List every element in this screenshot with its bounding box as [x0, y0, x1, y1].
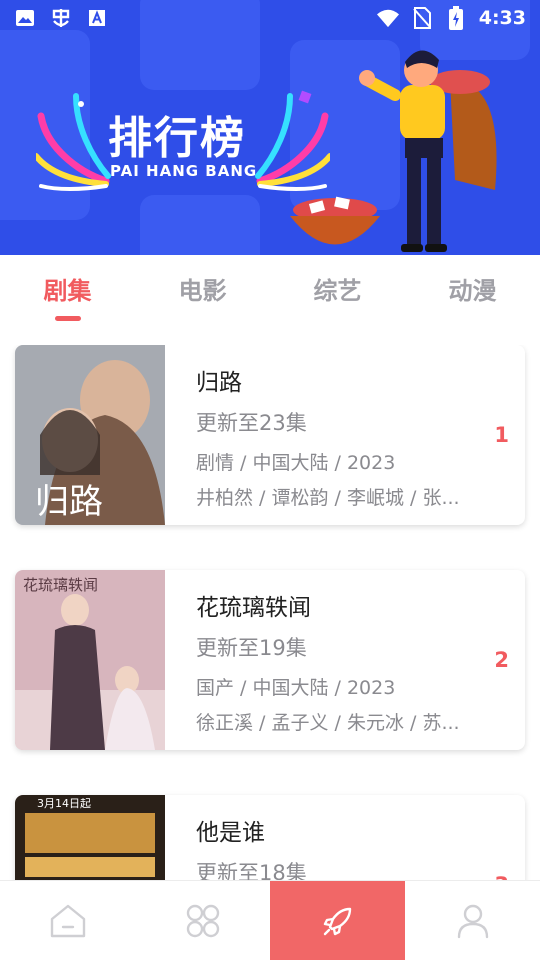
character-illustration [359, 50, 497, 252]
home-icon [50, 904, 85, 937]
tab-label: 动漫 [448, 277, 497, 305]
ranking-list: 归路 归路 更新至23集 剧情 / 中国大陆 / 2023 井柏然 / 谭松韵 … [0, 345, 540, 880]
status-time: 4:33 [478, 7, 526, 29]
tab-active-indicator [54, 316, 81, 321]
image-icon [14, 7, 36, 29]
item-meta: 国产 / 中国大陆 / 2023 [196, 677, 396, 699]
item-update-status: 更新至23集 [196, 411, 307, 435]
left-splash-decoration [36, 93, 111, 191]
category-tabs: 剧集 电影 综艺 动漫 [0, 255, 540, 325]
ranking-banner: 排行榜 PAI HANG BANG 4:33 [0, 0, 540, 255]
banner-title: 排行榜 [108, 113, 246, 164]
poster-calligraphy: 归路 [35, 482, 103, 522]
poster-image: 花琉璃轶闻 [15, 570, 165, 750]
banner-subtitle: PAI HANG BANG [110, 162, 258, 180]
poster-image: 3月14日起 [15, 795, 165, 880]
item-cast: 徐正溪 / 孟子义 / 朱元冰 / 苏... [196, 712, 460, 734]
item-cast: 井柏然 / 谭松韵 / 李岷城 / 张... [196, 487, 460, 509]
font-icon [86, 7, 108, 29]
nav-ranking-button[interactable] [270, 881, 405, 960]
nav-home-button[interactable] [0, 881, 135, 960]
tab-anime[interactable]: 动漫 [405, 255, 540, 325]
no-sim-icon [411, 7, 433, 29]
tab-label: 电影 [178, 277, 227, 305]
item-meta: 剧情 / 中国大陆 / 2023 [196, 452, 396, 474]
ranking-item[interactable]: 3月14日起 他是谁 更新至18集 3 [15, 795, 525, 880]
wifi-icon [376, 7, 399, 29]
poster-image: 归路 [15, 345, 165, 525]
ranking-item[interactable]: 归路 归路 更新至23集 剧情 / 中国大陆 / 2023 井柏然 / 谭松韵 … [15, 345, 525, 525]
item-title: 他是谁 [196, 820, 265, 846]
rank-number: 1 [494, 423, 509, 447]
item-title: 归路 [196, 370, 242, 396]
nav-category-button[interactable] [135, 881, 270, 960]
item-update-status: 更新至19集 [196, 636, 307, 660]
item-update-status: 更新至18集 [196, 861, 307, 880]
rank-number: 2 [494, 648, 509, 672]
tab-indicator [460, 316, 486, 321]
tab-label: 综艺 [313, 277, 362, 305]
nav-profile-button[interactable] [405, 881, 540, 960]
tab-movie[interactable]: 电影 [135, 255, 270, 325]
tab-indicator [190, 316, 216, 321]
poster-calligraphy: 花琉璃轶闻 [23, 576, 98, 594]
tab-variety[interactable]: 综艺 [270, 255, 405, 325]
tab-label: 剧集 [43, 277, 92, 305]
category-icon [186, 904, 219, 937]
user-icon [457, 904, 488, 938]
ranking-item[interactable]: 花琉璃轶闻 花琉璃轶闻 更新至19集 国产 / 中国大陆 / 2023 徐正溪 … [15, 570, 525, 750]
tab-indicator [325, 316, 351, 321]
bug-icon [50, 7, 72, 29]
status-bar: 4:33 [0, 0, 540, 36]
tab-drama[interactable]: 剧集 [0, 255, 135, 325]
battery-charging-icon [445, 6, 467, 30]
poster-caption: 3月14日起 [37, 797, 91, 810]
right-splash-decoration [255, 90, 330, 191]
bottom-navigation [0, 880, 540, 960]
rank-number: 3 [494, 873, 509, 880]
rocket-icon [323, 907, 351, 935]
banner-bg-tile [140, 195, 260, 255]
item-title: 花琉璃轶闻 [196, 595, 311, 621]
